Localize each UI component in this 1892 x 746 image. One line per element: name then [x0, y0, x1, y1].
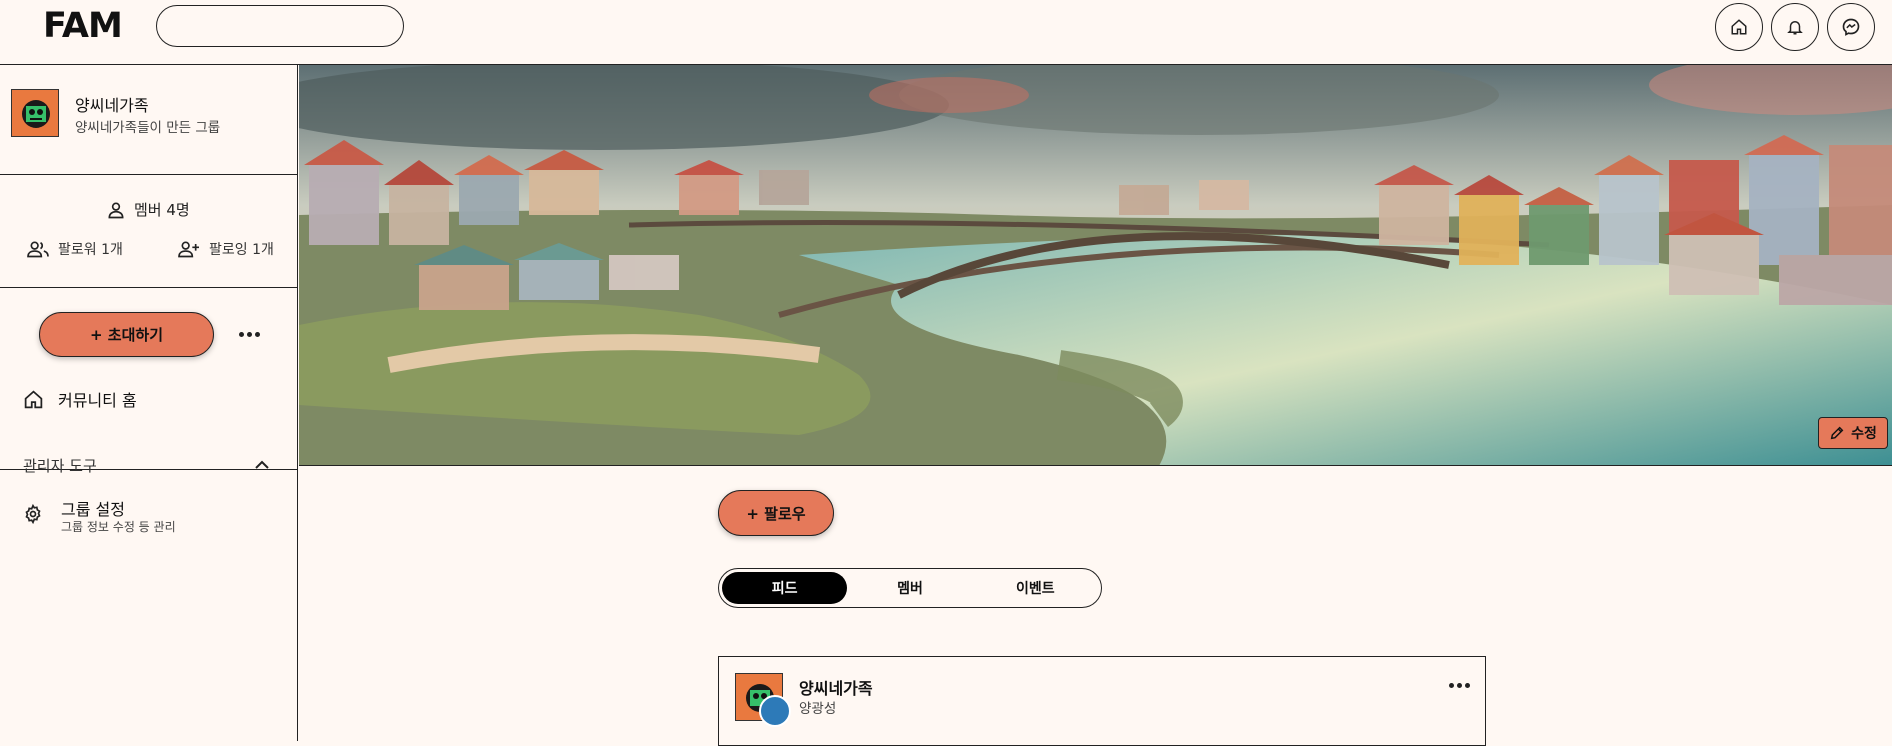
tab-events[interactable]: 이벤트 — [973, 572, 1098, 604]
person-icon — [108, 202, 124, 218]
actions-section: + 초대하기 커뮤니티 홈 — [0, 288, 297, 470]
group-thumbnail[interactable] — [11, 89, 59, 137]
sidebar: 양씨네가족 양씨네가족들이 만든 그룹 멤버 4명 팔로워 1개 팔로잉 1개 … — [0, 65, 298, 741]
pencil-icon — [1830, 426, 1844, 440]
group-description: 양씨네가족들이 만든 그룹 — [75, 120, 221, 136]
sidebar-item-label: 커뮤니티 홈 — [58, 391, 137, 410]
home-icon — [24, 389, 43, 408]
messenger-button[interactable] — [1827, 3, 1875, 51]
more-options-icon[interactable] — [239, 332, 260, 337]
bell-icon — [1787, 21, 1803, 35]
author-avatar[interactable] — [759, 695, 791, 727]
invite-button[interactable]: + 초대하기 — [39, 312, 214, 357]
feed-post-card: 양씨네가족 양광성 — [718, 656, 1486, 746]
follower-count[interactable]: 팔로워 1개 — [26, 239, 123, 259]
tab-feed[interactable]: 피드 — [722, 572, 848, 604]
chevron-up-icon[interactable] — [254, 460, 270, 470]
follower-count-label: 팔로워 1개 — [58, 242, 123, 258]
landscape-painting — [299, 65, 1892, 465]
group-logo-image — [12, 90, 58, 136]
member-count[interactable]: 멤버 4명 — [106, 199, 190, 220]
post-more-options-icon[interactable] — [1449, 683, 1470, 688]
content-tabs: 피드 멤버 이벤트 — [718, 568, 1102, 608]
messenger-icon — [1842, 18, 1860, 36]
admin-tools-heading[interactable]: 관리자 도구 — [23, 455, 97, 476]
app-logo[interactable]: FAM — [43, 6, 123, 46]
group-stats-section: 멤버 4명 팔로워 1개 팔로잉 1개 — [0, 175, 297, 288]
tab-members[interactable]: 멤버 — [847, 572, 972, 604]
group-settings-description: 그룹 정보 수정 등 관리 — [61, 520, 176, 534]
follow-button[interactable]: + 팔로우 — [718, 490, 834, 536]
search-input[interactable] — [156, 5, 404, 47]
home-icon — [1731, 19, 1747, 35]
home-button[interactable] — [1715, 3, 1763, 51]
cover-banner-image — [299, 65, 1892, 466]
notifications-button[interactable] — [1771, 3, 1819, 51]
edit-cover-label: 수정 — [1851, 426, 1877, 442]
people-icon — [27, 241, 49, 258]
post-group-name[interactable]: 양씨네가족 — [799, 675, 873, 699]
person-add-icon — [178, 241, 199, 258]
group-info-section: 양씨네가족 양씨네가족들이 만든 그룹 — [0, 65, 297, 175]
group-settings-link[interactable]: 그룹 설정 — [61, 496, 125, 520]
edit-cover-button[interactable]: 수정 — [1818, 417, 1888, 449]
member-count-label: 멤버 4명 — [134, 201, 190, 219]
group-name: 양씨네가족 — [75, 96, 149, 115]
sidebar-item-community-home[interactable]: 커뮤니티 홈 — [23, 387, 137, 411]
top-header: FAM — [0, 0, 1892, 65]
following-count-label: 팔로잉 1개 — [209, 242, 274, 258]
following-count[interactable]: 팔로잉 1개 — [177, 239, 274, 259]
post-author-name[interactable]: 양광성 — [799, 697, 836, 717]
gear-icon — [23, 503, 43, 528]
